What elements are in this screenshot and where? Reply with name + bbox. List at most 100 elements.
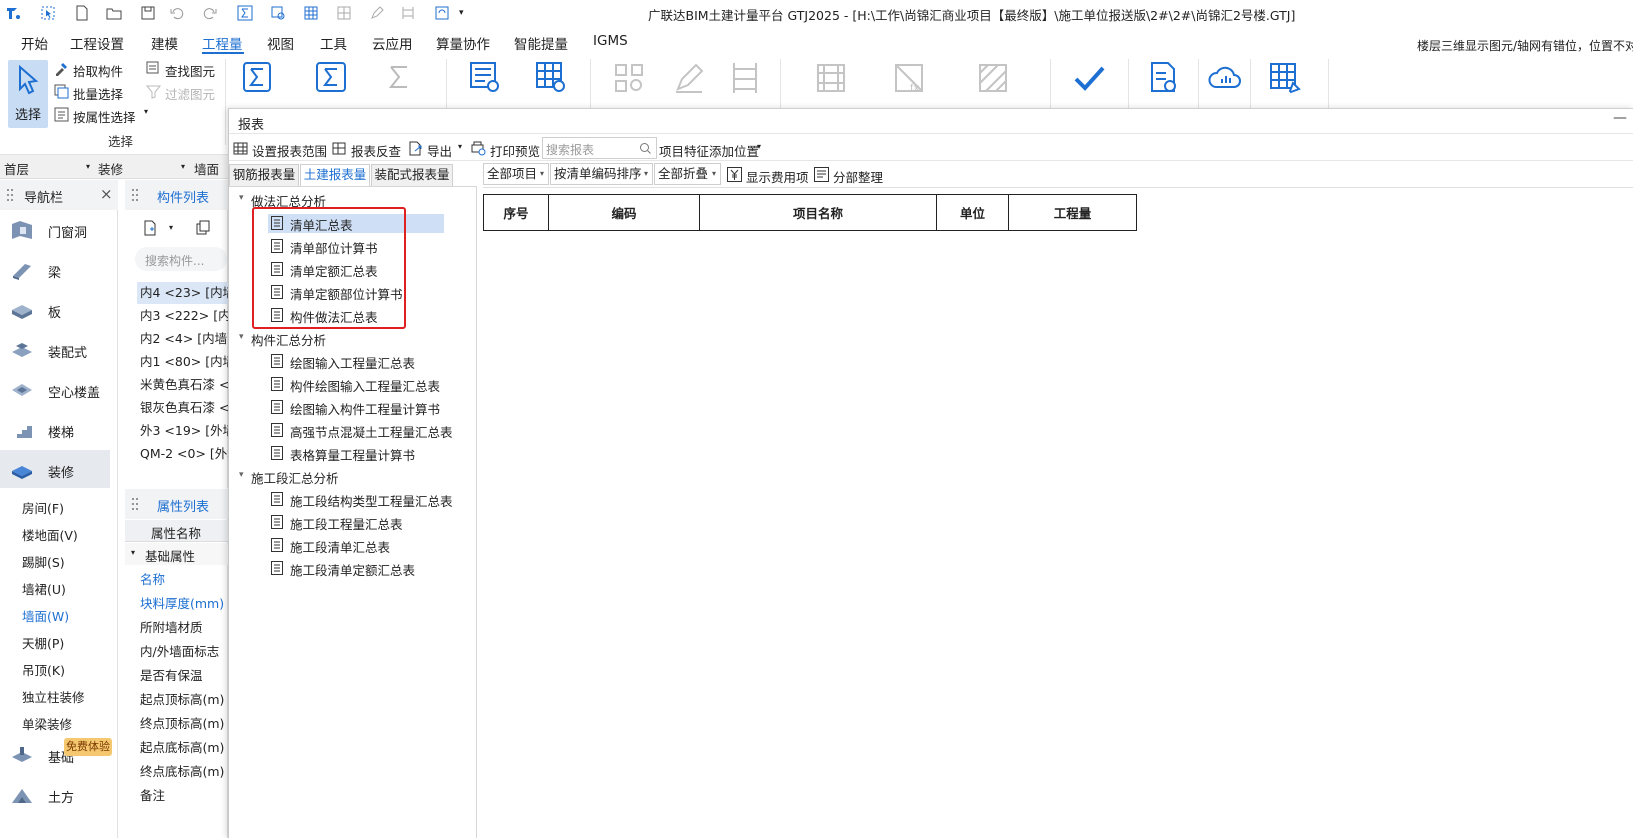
tab-rebar-report[interactable]: 钢筋报表量 (229, 164, 299, 186)
nav-item-stairs[interactable]: 楼梯 (0, 410, 110, 448)
table-calc-icon[interactable] (1260, 59, 1310, 99)
property-row[interactable]: 所附墙材质 (140, 617, 203, 636)
close-icon[interactable]: × (100, 185, 113, 203)
property-row[interactable]: 名称 (140, 569, 165, 588)
nav-sub-room[interactable]: 房间(F) (22, 498, 64, 517)
stage-rebar-3d-icon[interactable] (806, 59, 856, 99)
rebar-3d-view-icon[interactable] (720, 59, 770, 99)
menu-smart-extract[interactable]: 智能提量 (514, 33, 568, 53)
chevron-down-icon[interactable]: ▾ (181, 162, 185, 171)
tree-item-stage-bill-quota-summary[interactable]: 施工段清单定额汇总表 (268, 559, 444, 578)
nav-sub-beam-decoration[interactable]: 单梁装修 (22, 714, 72, 733)
cloud-index-icon[interactable] (1200, 59, 1250, 99)
list-item[interactable]: 银灰色真石漆 <9 (137, 397, 228, 419)
nav-sub-suspended-ceiling[interactable]: 吊顶(K) (22, 660, 65, 679)
report-search-input[interactable]: 搜索报表 (542, 137, 657, 159)
col-header-item-name[interactable]: 项目名称 (699, 194, 937, 231)
nav-sub-wall-surface[interactable]: 墙面(W) (22, 606, 69, 625)
view-report-icon[interactable] (1138, 59, 1188, 99)
menu-modeling[interactable]: 建模 (151, 33, 178, 53)
tree-item-stage-quantity-summary[interactable]: 施工段工程量汇总表 (268, 513, 444, 532)
tree-item-table-quantity-calc[interactable]: 表格算量工程量计算书 (268, 444, 444, 463)
view-formula-icon[interactable] (460, 59, 510, 99)
tab-property-list[interactable]: 属性列表 (157, 496, 209, 515)
menu-view[interactable]: 视图 (267, 33, 294, 53)
list-item[interactable]: 内2 <4> [内墙面 (137, 328, 228, 350)
nav-item-hollow-floor[interactable]: 空心楼盖 (0, 370, 110, 408)
tab-civil-report[interactable]: 土建报表量 (300, 164, 370, 186)
list-item[interactable]: 外3 <19> [外墙面 (137, 420, 228, 442)
stage-quantity-icon[interactable]: fx (884, 59, 934, 99)
menu-igms[interactable]: IGMS (593, 33, 628, 49)
copy-component-icon[interactable] (195, 220, 211, 236)
open-folder-icon[interactable] (106, 5, 122, 21)
menu-tools[interactable]: 工具 (320, 33, 347, 53)
undo-icon[interactable] (169, 5, 185, 21)
new-file-icon[interactable] (74, 5, 90, 21)
view-rebar-icon[interactable] (604, 59, 654, 99)
property-row[interactable]: 起点底标高(m) (140, 737, 224, 756)
nav-sub-dado[interactable]: 墙裙(U) (22, 579, 66, 598)
list-item[interactable]: QM-2 <0> [外墙 (137, 443, 228, 465)
property-row[interactable]: 终点底标高(m) (140, 761, 224, 780)
nav-item-slab[interactable]: 板 (0, 290, 110, 328)
tree-item-drawing-quantity-summary[interactable]: 绘图输入工程量汇总表 (268, 352, 444, 371)
tree-item-stage-bill-summary[interactable]: 施工段清单汇总表 (268, 536, 444, 555)
menu-collab[interactable]: 算量协作 (436, 33, 490, 53)
select-frame-icon[interactable] (40, 5, 56, 21)
property-group-row[interactable]: ▾ 基础属性 (125, 543, 228, 565)
category-select[interactable]: 装修 (98, 159, 123, 178)
summary-calc-icon[interactable] (306, 59, 356, 99)
chevron-down-icon[interactable]: ▾ (169, 223, 173, 232)
menu-quantity[interactable]: 工程量 (202, 33, 243, 53)
list-item[interactable]: 内3 <222> [内墙 (137, 305, 228, 327)
redo-icon[interactable] (202, 5, 218, 21)
free-trial-badge[interactable]: 免费体验 (64, 738, 112, 756)
drag-grip-icon[interactable] (132, 189, 138, 201)
drag-grip-icon[interactable] (7, 189, 13, 201)
minimize-button[interactable]: — (1613, 110, 1627, 126)
list-item[interactable]: 内1 <80> [内墙面 (137, 351, 228, 373)
col-header-index[interactable]: 序号 (483, 194, 549, 231)
type-select[interactable]: 墙面 (194, 159, 219, 178)
menu-start[interactable]: 开始 (21, 33, 48, 53)
menu-cloud[interactable]: 云应用 (372, 33, 413, 53)
rebar-grid-icon[interactable] (336, 5, 352, 21)
tree-item-high-strength-concrete[interactable]: 高强节点混凝土工程量汇总表 (268, 421, 453, 440)
nav-sub-column-decoration[interactable]: 独立柱装修 (22, 687, 85, 706)
drag-grip-icon[interactable] (132, 498, 138, 510)
nav-sub-ceiling[interactable]: 天棚(P) (22, 633, 64, 652)
nav-item-decoration[interactable]: 装修 (0, 450, 110, 488)
summary-selected-icon[interactable] (374, 59, 424, 99)
legality-check-icon[interactable] (1064, 59, 1114, 99)
quick-access-dropdown-icon[interactable]: ▾ (459, 8, 475, 24)
all-items-select[interactable]: 全部项目 ▾ (483, 163, 549, 185)
component-search-input[interactable]: 搜索构件... (135, 247, 227, 271)
sort-select[interactable]: 按清单编码排序 ▾ (550, 163, 653, 185)
menu-project-settings[interactable]: 工程设置 (70, 33, 124, 53)
col-header-quantity[interactable]: 工程量 (1008, 194, 1137, 231)
fold-select[interactable]: 全部折叠 ▾ (654, 163, 721, 185)
select-button[interactable]: 选择 (8, 60, 48, 128)
property-row[interactable]: 是否有保温 (140, 665, 203, 684)
tab-prefab-report[interactable]: 装配式报表量 (371, 164, 453, 186)
realtime-calc-icon[interactable] (232, 59, 282, 99)
edit-pen-icon[interactable] (369, 5, 385, 21)
rebar-3d-icon[interactable] (400, 5, 416, 21)
sync-icon[interactable] (434, 5, 450, 21)
search-icon[interactable] (639, 142, 652, 155)
property-row[interactable]: 内/外墙面标志 (140, 641, 219, 660)
help-hint-text[interactable]: 楼层三维显示图元/轴网有错位，位置不对 (1417, 37, 1633, 54)
tab-component-list[interactable]: 构件列表 (157, 187, 209, 206)
nav-item-door-window[interactable]: 门窗洞 (0, 210, 110, 248)
view-quantity-icon[interactable] (526, 59, 576, 99)
grid-view-icon[interactable] (303, 5, 319, 21)
new-component-icon[interactable] (142, 220, 158, 236)
view-calc-icon[interactable] (270, 5, 286, 21)
col-header-code[interactable]: 编码 (548, 194, 700, 231)
chevron-down-icon[interactable]: ▾ (86, 162, 90, 171)
nav-sub-skirting[interactable]: 踢脚(S) (22, 552, 65, 571)
property-row[interactable]: 备注 (140, 785, 165, 804)
sum-calc-icon[interactable] (237, 5, 253, 21)
list-item[interactable]: 内4 <23> [内墙面 (137, 282, 228, 304)
